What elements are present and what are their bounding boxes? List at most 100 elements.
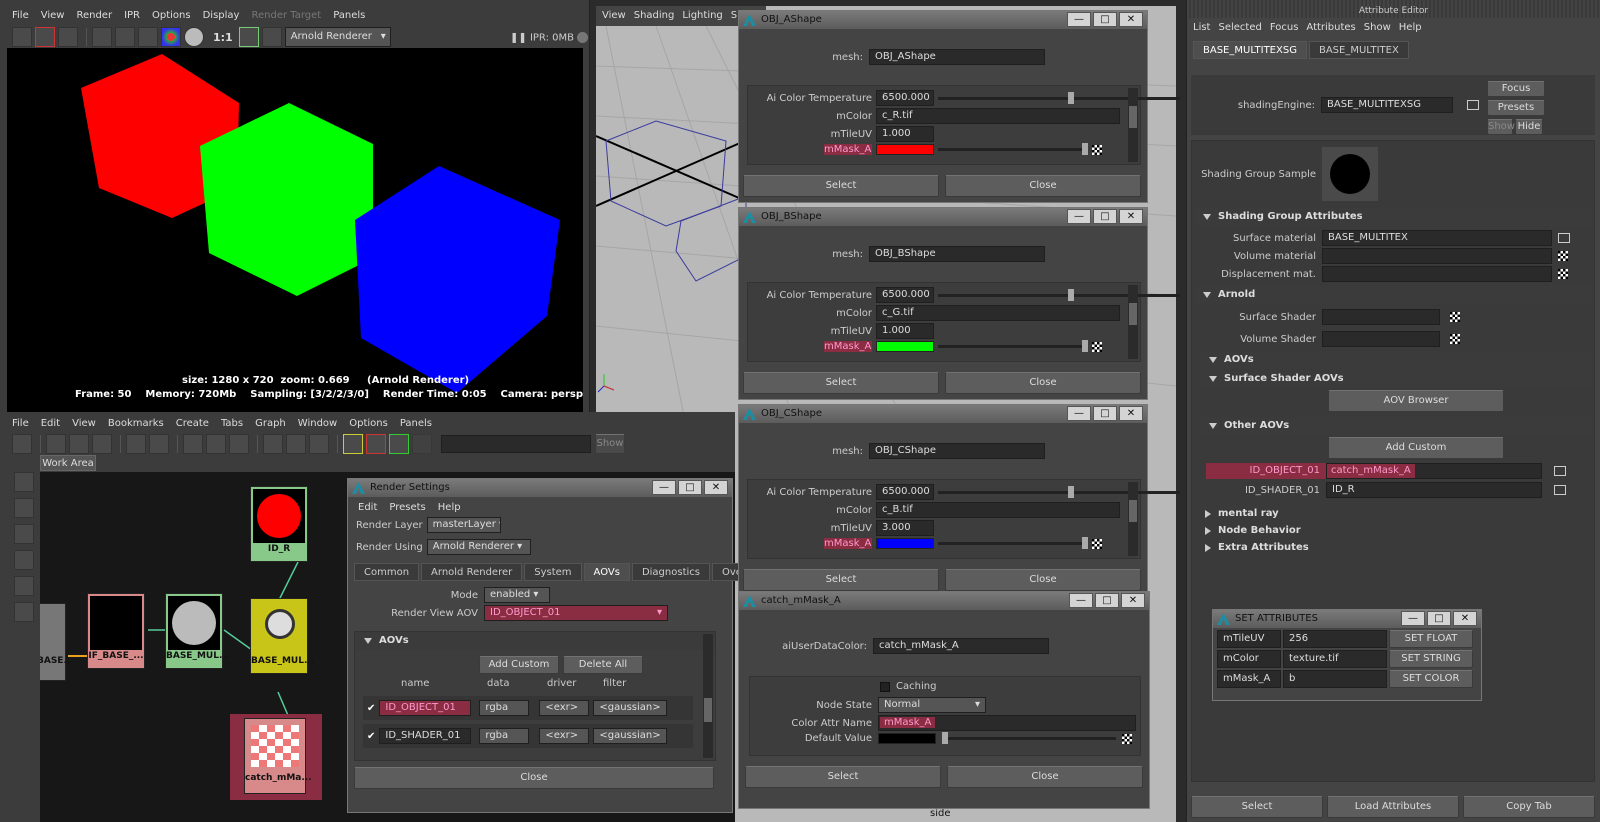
goto-input-icon[interactable] xyxy=(1554,485,1566,495)
caching-checkbox[interactable] xyxy=(880,681,890,692)
catch-close-button[interactable]: Close xyxy=(947,766,1143,788)
shape-close-button[interactable]: Close xyxy=(945,175,1141,197)
temp-slider[interactable] xyxy=(938,91,1180,104)
volume-shader-field[interactable] xyxy=(1322,331,1440,347)
maximize-icon[interactable]: □ xyxy=(1093,209,1117,224)
node-if-base[interactable]: IF_BASE_... xyxy=(87,593,145,669)
surface-material-field[interactable]: BASE_MULTITEX xyxy=(1322,230,1552,246)
close-icon[interactable]: ✕ xyxy=(704,480,728,495)
rs-menu-presets[interactable]: Presets xyxy=(389,502,425,513)
node-state-dropdown[interactable]: Normal ▾ xyxy=(878,697,986,713)
set-attr-name[interactable]: mMask_A xyxy=(1217,670,1281,688)
close-icon[interactable]: ✕ xyxy=(1453,611,1477,626)
maximize-icon[interactable]: □ xyxy=(1093,406,1117,421)
menu-panels[interactable]: Panels xyxy=(333,10,365,21)
mask-color-swatch[interactable] xyxy=(876,341,934,352)
set-string-button[interactable]: SET STRING xyxy=(1389,650,1473,668)
maximize-icon[interactable]: □ xyxy=(678,480,702,495)
user-data-field[interactable]: catch_mMask_A xyxy=(873,638,1049,654)
shape-select-button[interactable]: Select xyxy=(743,569,939,591)
side-tool-icon[interactable] xyxy=(14,524,34,544)
shape-close-button[interactable]: Close xyxy=(945,372,1141,394)
surface-shader-aovs-header[interactable]: Surface Shader AOVs xyxy=(1200,370,1592,388)
close-icon[interactable]: ✕ xyxy=(1119,406,1143,421)
node-id-r[interactable]: ID_R xyxy=(250,486,308,562)
menu-options[interactable]: Options xyxy=(152,10,191,21)
minimize-icon[interactable]: — xyxy=(1067,406,1091,421)
toggle-panel-icon[interactable] xyxy=(12,434,32,454)
render-region-icon[interactable] xyxy=(35,27,55,47)
hs-menu-create[interactable]: Create xyxy=(176,418,209,429)
ae-menu-help[interactable]: Help xyxy=(1399,22,1422,33)
map-button-icon[interactable] xyxy=(1092,341,1102,352)
checkmark-icon[interactable]: ✔ xyxy=(367,703,375,714)
delete-all-button[interactable]: Delete All xyxy=(563,656,643,674)
hs-menu-edit[interactable]: Edit xyxy=(41,418,60,429)
hs-menu-options[interactable]: Options xyxy=(349,418,388,429)
mode-dropdown[interactable]: enabled ▾ xyxy=(484,587,550,603)
slider-handle[interactable] xyxy=(1082,340,1088,352)
clear-graph-icon[interactable] xyxy=(183,434,203,454)
graph-network-icon[interactable] xyxy=(126,434,146,454)
mask-slider[interactable] xyxy=(938,340,1088,352)
ae-select-button[interactable]: Select xyxy=(1191,796,1323,818)
rgb-channels-icon[interactable] xyxy=(161,27,181,47)
options-icon[interactable] xyxy=(138,27,158,47)
sg-attributes-header[interactable]: Shading Group Attributes xyxy=(1194,208,1592,226)
layout-bottom-icon[interactable] xyxy=(69,434,89,454)
hypershade-search-field[interactable] xyxy=(441,435,591,453)
aov-filter-dropdown[interactable]: <gaussian> xyxy=(593,728,668,744)
goto-input-icon[interactable] xyxy=(1558,233,1570,243)
tab-common[interactable]: Common xyxy=(354,563,420,581)
ae-menu-focus[interactable]: Focus xyxy=(1270,22,1299,33)
aov-data-dropdown[interactable]: rgba xyxy=(479,728,530,744)
hs-menu-bookmarks[interactable]: Bookmarks xyxy=(108,418,164,429)
load-attributes-button[interactable]: Load Attributes xyxy=(1327,796,1459,818)
node-base-mul-1[interactable]: BASE_MUL... xyxy=(165,593,229,669)
map-button-icon[interactable] xyxy=(1558,251,1568,261)
ae-menu-show[interactable]: Show xyxy=(1364,22,1391,33)
extra-attributes-header[interactable]: Extra Attributes xyxy=(1194,539,1592,557)
set-attr-value[interactable]: 256 xyxy=(1283,630,1387,648)
aov-driver-dropdown[interactable]: <exr> xyxy=(539,728,590,744)
menu-display[interactable]: Display xyxy=(203,10,240,21)
temp-slider[interactable] xyxy=(938,288,1180,301)
minimize-icon[interactable]: — xyxy=(1067,12,1091,27)
temp-field[interactable]: 6500.000 xyxy=(876,287,934,303)
aov-scrollbar[interactable] xyxy=(703,634,713,758)
ae-presets-button[interactable]: Presets xyxy=(1487,100,1545,116)
close-icon[interactable]: ✕ xyxy=(1119,12,1143,27)
tab-arnold-renderer[interactable]: Arnold Renderer xyxy=(421,563,523,581)
menu-render-target[interactable]: Render Target xyxy=(251,10,321,21)
alpha-channel-icon[interactable] xyxy=(184,27,204,47)
side-tool-icon[interactable] xyxy=(14,602,34,622)
hs-menu-panels[interactable]: Panels xyxy=(400,418,432,429)
scrollbar-thumb[interactable] xyxy=(1129,500,1137,522)
mtile-field[interactable]: 3.000 xyxy=(876,520,934,536)
set-attr-name[interactable]: mTileUV xyxy=(1217,630,1281,648)
slider-handle[interactable] xyxy=(1082,537,1088,549)
show-button[interactable]: Show xyxy=(595,434,625,454)
menu-file[interactable]: File xyxy=(12,10,29,21)
side-tool-icon[interactable] xyxy=(14,576,34,596)
set-attr-name[interactable]: mColor xyxy=(1217,650,1281,668)
aov-value-field[interactable]: ID_R xyxy=(1326,482,1542,498)
shape-window-titlebar[interactable]: OBJ_AShape — □ ✕ xyxy=(739,11,1147,29)
side-tool-icon[interactable] xyxy=(14,472,34,492)
mtile-field[interactable]: 1.000 xyxy=(876,126,934,142)
aov-name-field[interactable]: ID_OBJECT_01 xyxy=(379,700,472,716)
slider-handle[interactable] xyxy=(1068,485,1074,498)
temp-field[interactable]: 6500.000 xyxy=(876,484,934,500)
surface-shader-field[interactable] xyxy=(1322,309,1440,325)
scrollbar-thumb[interactable] xyxy=(1129,106,1137,128)
tab-base-multitex[interactable]: BASE_MULTITEX xyxy=(1308,41,1409,59)
mtile-field[interactable]: 1.000 xyxy=(876,323,934,339)
rearrange-icon[interactable] xyxy=(309,434,329,454)
minimize-icon[interactable]: — xyxy=(652,480,676,495)
rs-menu-help[interactable]: Help xyxy=(438,502,461,513)
snapshot-icon[interactable] xyxy=(58,27,78,47)
catch-window-titlebar[interactable]: catch_mMask_A — □ ✕ xyxy=(739,592,1149,610)
ae-menu-list[interactable]: List xyxy=(1193,22,1210,33)
menu-render[interactable]: Render xyxy=(76,10,112,21)
shape-close-button[interactable]: Close xyxy=(945,569,1141,591)
